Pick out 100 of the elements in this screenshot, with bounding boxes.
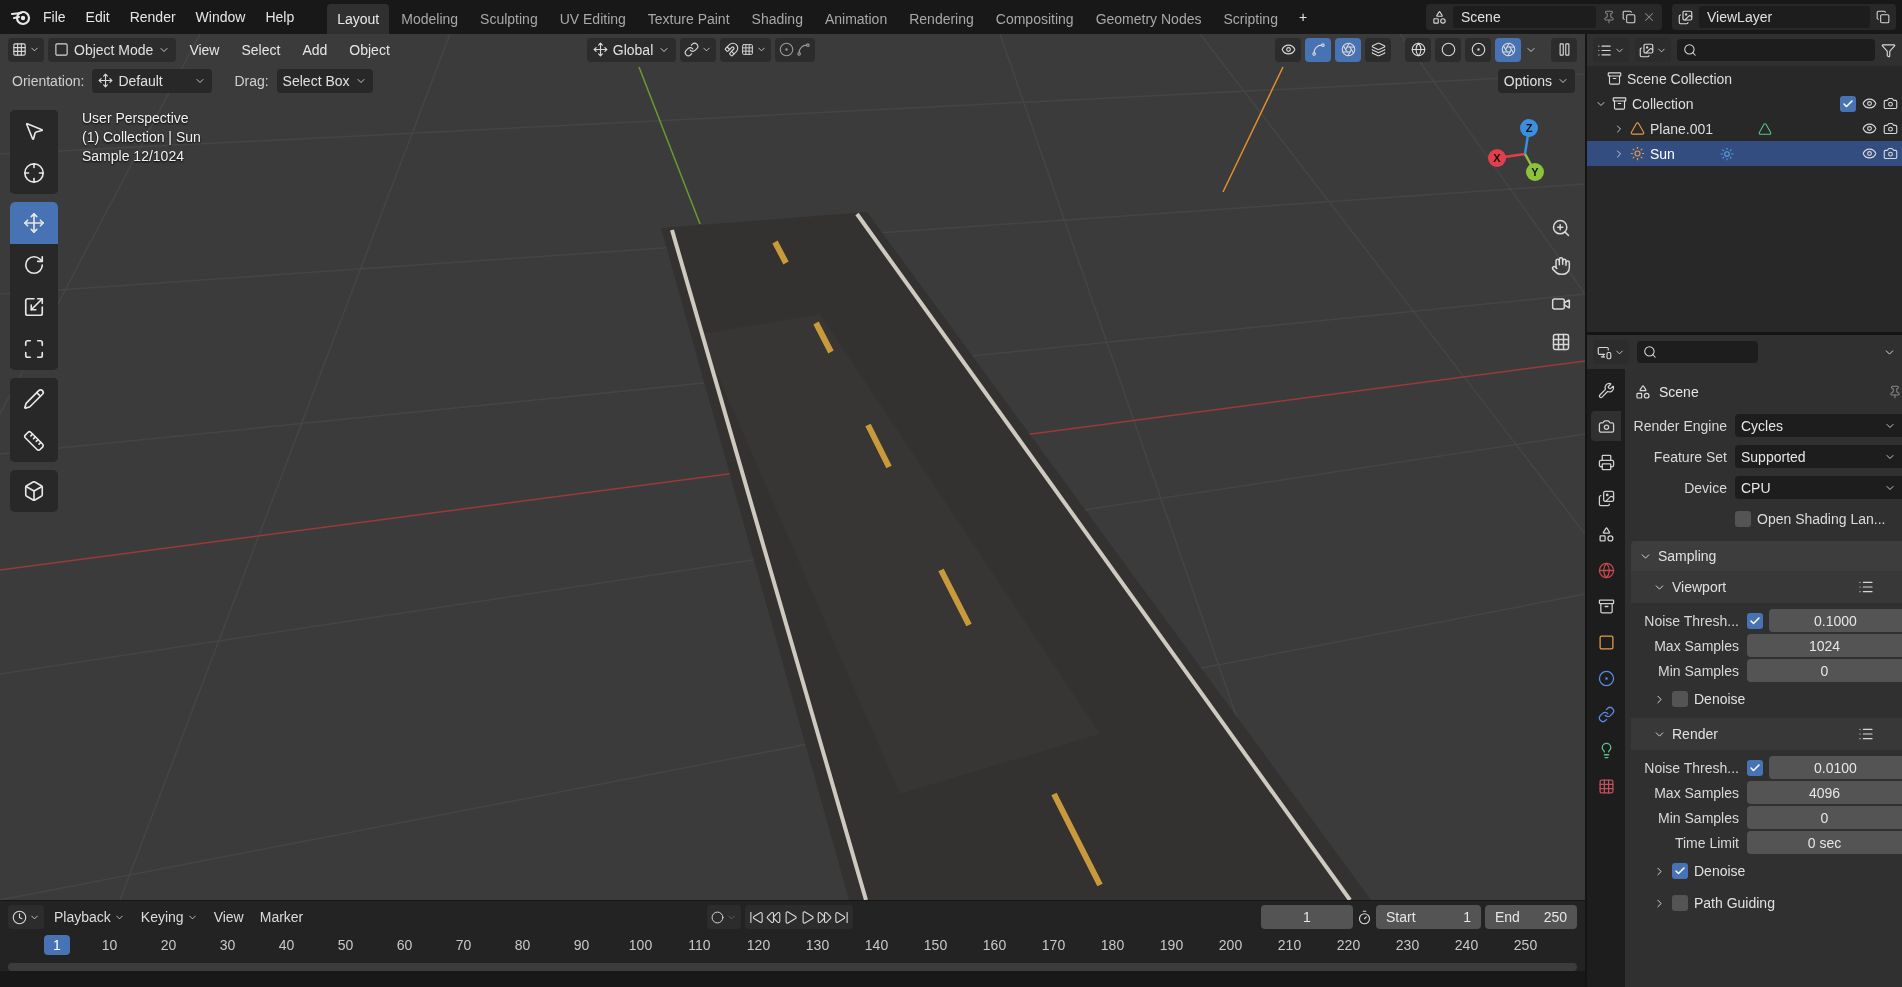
eye-icon[interactable]: [1862, 96, 1877, 111]
scene-field[interactable]: Scene: [1453, 6, 1596, 28]
dropdown[interactable]: Cycles: [1735, 414, 1902, 437]
editor-type-icon[interactable]: [12, 909, 27, 925]
outliner-row[interactable]: Sun: [1587, 141, 1902, 166]
workspace-tab[interactable]: Layout: [327, 4, 390, 35]
start-frame-field[interactable]: Start 1: [1376, 905, 1481, 929]
workspace-tab[interactable]: Texture Paint: [637, 4, 740, 35]
pin-icon[interactable]: [1888, 385, 1902, 399]
toggle-button[interactable]: [1365, 37, 1391, 62]
checkbox[interactable]: [1672, 863, 1688, 879]
menu-item[interactable]: Render: [120, 5, 185, 29]
drag-dropdown[interactable]: Select Box: [276, 68, 373, 93]
snap-icon[interactable]: [724, 42, 740, 57]
menu-item[interactable]: Window: [186, 5, 255, 29]
copy-icon[interactable]: [1622, 10, 1636, 24]
subpanel-header[interactable]: Denoise: [1631, 684, 1902, 714]
camera-icon[interactable]: [1883, 121, 1898, 136]
orientation-dropdown[interactable]: Global: [586, 37, 677, 62]
checkbox[interactable]: [1735, 510, 1751, 527]
workspace-tab[interactable]: Modeling: [391, 4, 469, 35]
exclude-checkbox[interactable]: [1840, 95, 1856, 112]
camera-icon[interactable]: [1883, 146, 1898, 161]
copy-icon[interactable]: [1876, 10, 1890, 24]
view-layer-icon[interactable]: [1678, 9, 1693, 25]
toggle-button[interactable]: [1305, 37, 1331, 62]
workspace-tab[interactable]: Animation: [814, 4, 898, 35]
end-frame-field[interactable]: End 250: [1485, 905, 1577, 929]
previous-keyframe-icon[interactable]: [766, 909, 782, 925]
view-layer-field[interactable]: ViewLayer: [1699, 6, 1870, 28]
menu-item[interactable]: Marker: [253, 909, 310, 925]
jump-end-icon[interactable]: [834, 909, 850, 925]
scene-icon[interactable]: [1432, 9, 1447, 25]
editor-type-icon[interactable]: [1597, 344, 1612, 360]
number-field[interactable]: 0.1000: [1769, 609, 1902, 632]
mode-dropdown[interactable]: Object Mode: [48, 37, 177, 62]
menu-item[interactable]: Object: [340, 37, 399, 62]
workspace-tab[interactable]: Compositing: [985, 4, 1084, 35]
panel-header[interactable]: Sampling: [1631, 541, 1902, 571]
search-field[interactable]: [1677, 39, 1875, 61]
menu-item[interactable]: Help: [256, 5, 304, 29]
scrollbar[interactable]: [8, 963, 1577, 971]
workspace-tab[interactable]: Geometry Nodes: [1085, 4, 1212, 35]
subpanel-header[interactable]: Viewport: [1631, 571, 1902, 603]
checkbox[interactable]: [1747, 759, 1763, 776]
filter-icon[interactable]: [1881, 42, 1896, 58]
current-frame-field[interactable]: 1: [1261, 905, 1353, 929]
pin-icon[interactable]: [1602, 10, 1616, 24]
number-field[interactable]: 0: [1747, 659, 1902, 682]
workspace-tab[interactable]: Shading: [741, 4, 813, 35]
subpanel-header[interactable]: Path Guiding: [1631, 888, 1902, 918]
menu-item[interactable]: Keying: [134, 909, 204, 925]
display-mode-icon[interactable]: [1597, 42, 1612, 58]
toggle-button[interactable]: [1275, 37, 1301, 62]
properties-tab[interactable]: [1591, 411, 1621, 441]
subpanel-header[interactable]: Denoise: [1631, 856, 1902, 886]
jump-start-icon[interactable]: [749, 909, 765, 925]
dropdown[interactable]: CPU: [1735, 476, 1902, 499]
play-icon[interactable]: [800, 909, 816, 925]
menu-item[interactable]: File: [34, 5, 75, 29]
workspace-tab[interactable]: Scripting: [1213, 4, 1288, 35]
menu-item[interactable]: View: [180, 37, 229, 62]
camera-icon[interactable]: [1883, 96, 1898, 111]
checkbox[interactable]: [1672, 895, 1688, 911]
shading-button[interactable]: [1465, 37, 1491, 62]
number-field[interactable]: 0.0100: [1769, 756, 1902, 779]
pause-button[interactable]: [1551, 37, 1577, 62]
next-keyframe-icon[interactable]: [817, 909, 833, 925]
add-workspace-button[interactable]: +: [1289, 5, 1317, 29]
number-field[interactable]: 0 sec: [1747, 831, 1902, 854]
close-icon[interactable]: [1642, 10, 1656, 24]
shading-button[interactable]: [1405, 37, 1431, 62]
toggle-button[interactable]: [1335, 37, 1361, 62]
view-layer-icon[interactable]: [1639, 42, 1654, 58]
menu-item[interactable]: Add: [293, 37, 337, 62]
checkbox[interactable]: [1747, 612, 1763, 629]
eye-icon[interactable]: [1862, 146, 1877, 161]
menu-item[interactable]: View: [207, 909, 250, 925]
menu-item[interactable]: Edit: [76, 5, 119, 29]
timer-icon[interactable]: [1357, 909, 1372, 925]
shading-button[interactable]: [1495, 37, 1521, 62]
logo-icon[interactable]: [10, 8, 32, 26]
number-field[interactable]: 0: [1747, 806, 1902, 829]
number-field[interactable]: 4096: [1747, 781, 1902, 804]
menu-item[interactable]: Playback: [48, 909, 131, 925]
checkbox[interactable]: [1672, 691, 1688, 707]
axis-handle[interactable]: X: [1488, 149, 1526, 167]
workspace-tab[interactable]: UV Editing: [549, 4, 636, 35]
menu-item[interactable]: Select: [232, 37, 290, 62]
subpanel-header[interactable]: Render: [1631, 718, 1902, 750]
workspace-tab[interactable]: Sculpting: [470, 4, 548, 35]
orientation-dropdown[interactable]: Default: [92, 68, 213, 93]
shading-button[interactable]: [1435, 37, 1461, 62]
eye-icon[interactable]: [1862, 121, 1877, 136]
editor-type-icon[interactable]: [12, 42, 27, 57]
record-icon[interactable]: [711, 910, 725, 924]
outliner-row[interactable]: Plane.001: [1587, 116, 1902, 141]
proportional-icon[interactable]: [779, 42, 795, 57]
dropdown[interactable]: Supported: [1735, 445, 1902, 468]
workspace-tab[interactable]: Rendering: [899, 4, 984, 35]
